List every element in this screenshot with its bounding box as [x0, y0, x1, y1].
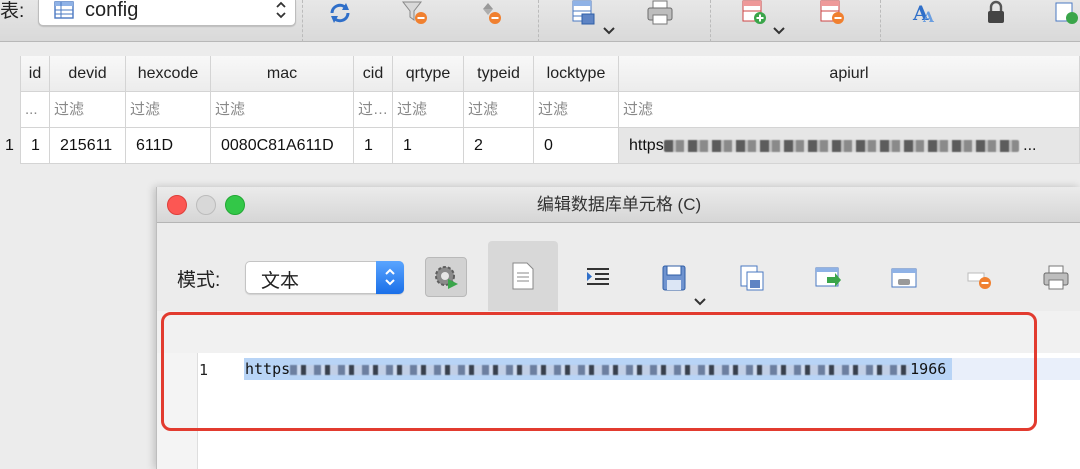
delete-record-icon[interactable]: [818, 0, 846, 26]
indent-icon[interactable]: [583, 263, 613, 293]
lock-icon[interactable]: [982, 0, 1010, 26]
table-label: 表:: [0, 1, 25, 22]
column-header-typeid[interactable]: typeid: [464, 56, 534, 92]
filter-input-cid[interactable]: 过…: [354, 92, 393, 128]
chevron-down-icon[interactable]: [693, 297, 707, 307]
toolbar-separator: [710, 0, 711, 42]
toolbar-separator: [538, 0, 539, 42]
cell-id[interactable]: 1: [20, 128, 50, 164]
column-header-locktype[interactable]: locktype: [534, 56, 619, 92]
mode-value: 文本: [261, 271, 300, 292]
redacted-mask: [663, 139, 1019, 152]
filter-input-mac[interactable]: 过滤: [211, 92, 354, 128]
grid-filter-row: ... 过滤 过滤 过滤 过… 过滤 过滤 过滤 过滤: [0, 92, 1080, 128]
filter-input-id[interactable]: ...: [20, 92, 50, 128]
print-icon[interactable]: [646, 0, 674, 26]
insert-record-icon[interactable]: [740, 0, 768, 26]
table-select[interactable]: config: [38, 0, 296, 26]
table-name: config: [85, 0, 139, 21]
column-header-qrtype[interactable]: qrtype: [393, 56, 464, 92]
column-header-cid[interactable]: cid: [354, 56, 393, 92]
annotation-highlight-box: [161, 312, 1037, 431]
text-view-tab[interactable]: [488, 241, 558, 311]
cell-typeid[interactable]: 2: [464, 128, 534, 164]
apiurl-ellipsis: ...: [1023, 137, 1037, 154]
cell-devid[interactable]: 215611: [50, 128, 126, 164]
dialog-titlebar[interactable]: 编辑数据库单元格 (C): [157, 187, 1080, 223]
document-icon: [512, 262, 534, 290]
save-icon[interactable]: [659, 263, 689, 293]
chevron-updown-icon: [276, 1, 286, 19]
cell-cid[interactable]: 1: [354, 128, 393, 164]
cell-qrtype[interactable]: 1: [393, 128, 464, 164]
gear-icon: [435, 266, 458, 289]
cell-apiurl[interactable]: https ...: [619, 128, 1080, 164]
mode-label: 模式:: [177, 270, 221, 291]
column-header-devid[interactable]: devid: [50, 56, 126, 92]
filter-input-qrtype[interactable]: 过滤: [393, 92, 464, 128]
main-toolbar: 表: config A A: [0, 0, 1080, 42]
cell-mac[interactable]: 0080C81A611D: [211, 128, 354, 164]
font-icon[interactable]: A A: [910, 0, 938, 26]
dialog-title: 编辑数据库单元格 (C): [536, 195, 702, 214]
svg-text:A: A: [922, 10, 935, 26]
grid-header-row: id devid hexcode mac cid qrtype typeid l…: [0, 56, 1080, 92]
sort-icon[interactable]: [480, 0, 508, 26]
clear-icon[interactable]: [965, 263, 995, 293]
refresh-icon[interactable]: [326, 0, 354, 26]
add-icon[interactable]: [1052, 0, 1080, 26]
chevron-down-icon[interactable]: [602, 26, 616, 36]
mode-select[interactable]: 文本: [245, 261, 404, 294]
toolbar-separator: [302, 0, 303, 42]
mode-select-button[interactable]: [376, 261, 404, 294]
print-icon[interactable]: [1041, 263, 1071, 293]
toolbar-separator: [880, 0, 881, 42]
filter-input-devid[interactable]: 过滤: [50, 92, 126, 128]
filter-input-locktype[interactable]: 过滤: [534, 92, 619, 128]
column-header-id[interactable]: id: [20, 56, 50, 92]
chevron-updown-icon: [385, 268, 395, 286]
filter-input-typeid[interactable]: 过滤: [464, 92, 534, 128]
chevron-down-icon[interactable]: [772, 26, 786, 36]
export-icon[interactable]: [813, 263, 843, 293]
column-header-apiurl[interactable]: apiurl: [619, 56, 1080, 92]
apiurl-prefix: https: [629, 137, 664, 154]
image-icon[interactable]: [889, 263, 919, 293]
column-header-hexcode[interactable]: hexcode: [126, 56, 211, 92]
cell-locktype[interactable]: 0: [534, 128, 619, 164]
filter-input-hexcode[interactable]: 过滤: [126, 92, 211, 128]
row-number: 1: [5, 137, 14, 154]
filter-input-apiurl[interactable]: 过滤: [619, 92, 1080, 128]
table-icon: [54, 1, 74, 19]
column-header-mac[interactable]: mac: [211, 56, 354, 92]
save-table-icon[interactable]: [570, 0, 598, 26]
cell-hexcode[interactable]: 611D: [126, 128, 211, 164]
filter-clear-icon[interactable]: [400, 0, 428, 26]
copy-icon[interactable]: [737, 263, 767, 293]
table-row[interactable]: 1 1 215611 611D 0080C81A611D 1 1 2 0 htt…: [0, 128, 1080, 164]
auto-format-button[interactable]: [425, 257, 467, 297]
